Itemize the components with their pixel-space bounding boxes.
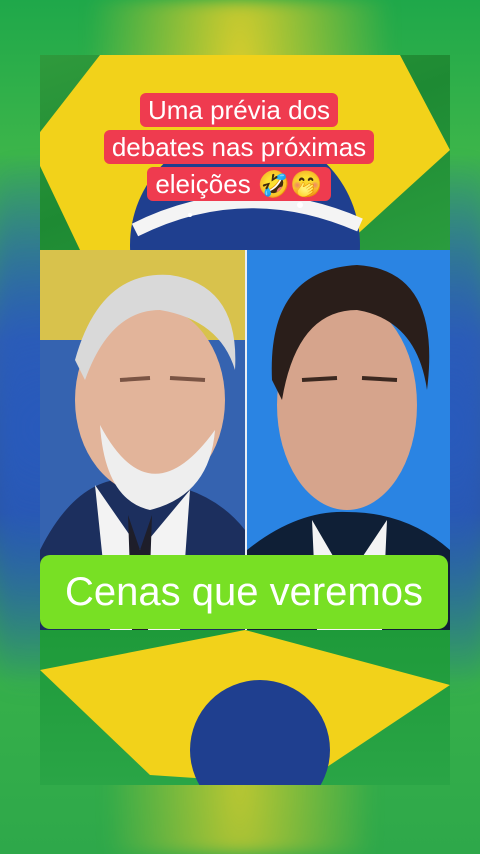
caption-top: Uma prévia dos debates nas próximas elei… [88, 92, 390, 203]
caption-bottom: Cenas que veremos [40, 555, 448, 629]
caption-top-line-2: debates nas próximas [103, 130, 375, 164]
brazil-flag-bottom [40, 630, 450, 785]
caption-top-line-1: Uma prévia dos [139, 93, 339, 127]
caption-top-line-3: eleições 🤣🤭 [147, 167, 331, 201]
